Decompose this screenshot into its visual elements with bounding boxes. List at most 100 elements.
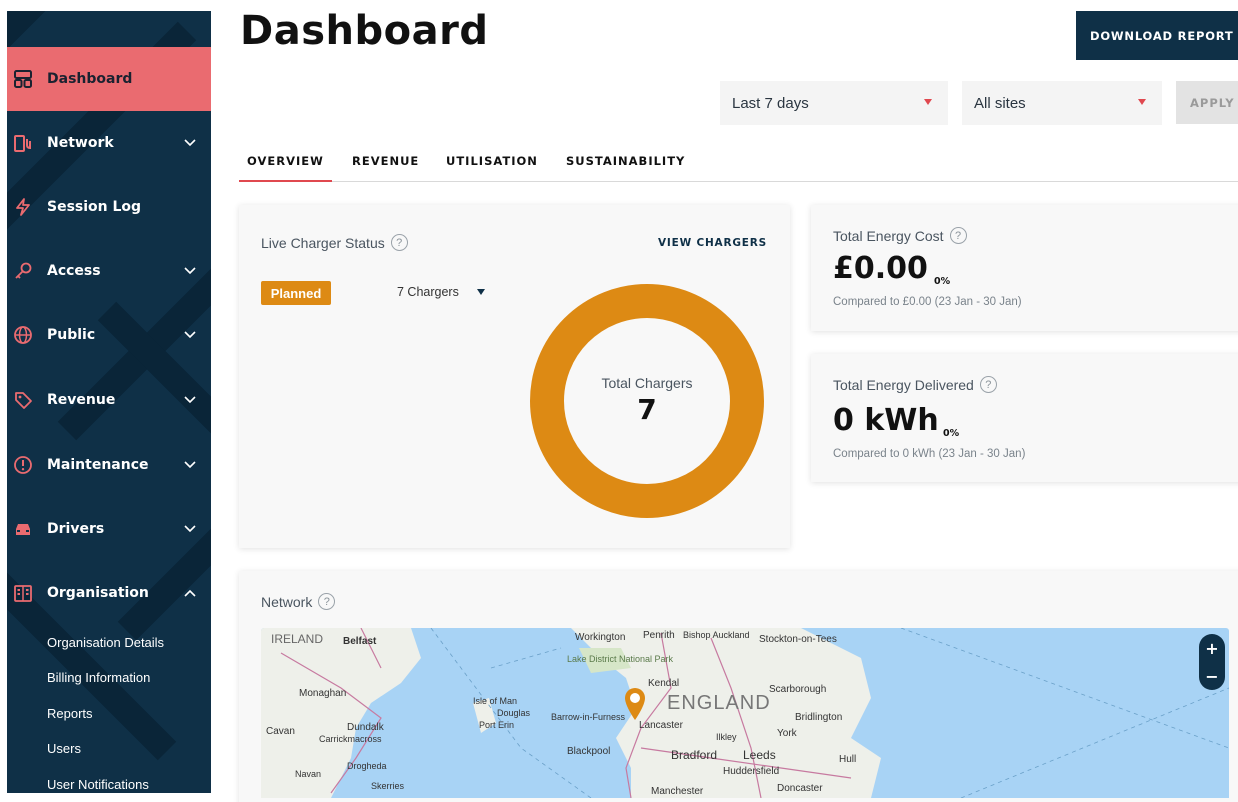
energy-cost-value: £0.00 [833,251,928,286]
map-label: Lancaster [639,720,683,731]
map-label: Carrickmacross [319,734,382,744]
zoom-out-button[interactable]: − [1199,662,1225,690]
energy-cost-compare: Compared to £0.00 (23 Jan - 30 Jan) [833,296,1022,308]
globe-icon [12,324,34,346]
chevron-down-icon[interactable] [183,264,197,278]
map-label: Belfast [343,636,377,647]
map-label: IRELAND [271,632,324,646]
sidebar-item-label: Access [47,263,101,279]
energy-cost-change: 0% [934,276,951,287]
sidebar-item-drivers[interactable]: Drivers [7,497,211,561]
sidebar-item-label: Organisation [47,585,149,601]
network-map[interactable]: IRELAND Belfast Monaghan Cavan Dundalk C… [261,628,1229,798]
tag-icon [12,389,34,411]
tab-revenue[interactable]: REVENUE [352,154,419,168]
map-label: Stockton-on-Tees [759,634,837,645]
card-title-text: Network [261,593,313,610]
map-label: Dundalk [347,722,384,733]
sidebar-subitem-billing-information[interactable]: Billing Information [47,670,150,685]
map-label: Bradford [671,748,718,762]
sidebar-subitem-user-notifications[interactable]: User Notifications [47,777,149,792]
chevron-down-icon[interactable] [183,136,197,150]
chevron-down-icon[interactable] [183,458,197,472]
energy-delivered-change: 0% [943,428,960,439]
map-label: ENGLAND [667,692,771,714]
tab-overview[interactable]: OVERVIEW [239,154,332,182]
chevron-up-icon[interactable] [183,586,197,600]
view-chargers-link[interactable]: VIEW CHARGERS [658,237,767,249]
sites-select[interactable]: All sites [962,81,1162,125]
map-label: Port Erin [479,720,515,730]
map-label: Lake District National Park [567,654,674,664]
map-label: Huddersfield [723,766,780,777]
sidebar-item-session-log[interactable]: Session Log [7,175,211,239]
sidebar-item-revenue[interactable]: Revenue [7,368,211,432]
apply-button[interactable]: APPLY [1176,81,1238,124]
map-label: Skerries [371,781,405,791]
tab-bar: OVERVIEW REVENUE UTILISATION SUSTAINABIL… [239,146,1238,182]
charger-count-value: 7 Chargers [397,285,459,299]
map-label: Bridlington [795,712,843,723]
tab-utilisation[interactable]: UTILISATION [446,154,538,168]
caret-down-icon [476,289,485,295]
status-badge[interactable]: Planned [261,281,331,305]
download-report-button[interactable]: DOWNLOAD REPORT [1076,11,1238,60]
map-pin-icon[interactable] [624,687,646,721]
map-label: Leeds [743,748,776,762]
sidebar-item-network[interactable]: Network [7,111,211,175]
sidebar-subitem-organisation-details[interactable]: Organisation Details [47,635,164,650]
alert-icon [12,454,34,476]
sidebar-item-label: Maintenance [47,457,149,473]
sidebar: Dashboard Network Session Log Access Pub… [7,11,211,793]
sidebar-item-label: Drivers [47,521,105,537]
help-icon[interactable]: ? [318,593,336,610]
charger-count-select[interactable]: 7 Chargers [397,285,485,299]
card-title: Total Energy Delivered ? [833,376,997,393]
help-icon[interactable]: ? [979,376,997,393]
sites-select-value: All sites [974,94,1026,112]
map-label: Doncaster [777,783,823,794]
map-label: Hull [839,754,857,765]
sidebar-item-maintenance[interactable]: Maintenance [7,433,211,497]
charger-icon [12,132,34,154]
sidebar-item-label: Session Log [47,199,142,215]
map-label: Ilkley [716,732,737,742]
sidebar-item-organisation[interactable]: Organisation [7,561,211,625]
lightning-icon [12,196,34,218]
card-title: Total Energy Cost ? [833,227,967,244]
sidebar-item-label: Public [47,327,96,343]
period-select-value: Last 7 days [732,94,809,112]
key-icon [12,260,34,282]
help-icon[interactable]: ? [949,227,967,244]
network-card: Network ? IRELAND Belfast Monaghan Cavan… [239,571,1238,802]
chevron-down-icon[interactable] [183,328,197,342]
sidebar-item-public[interactable]: Public [7,303,211,367]
map-zoom-control: + − [1199,634,1225,690]
sidebar-subitem-reports[interactable]: Reports [47,706,93,721]
donut-value: 7 [637,393,657,426]
zoom-in-button[interactable]: + [1199,634,1225,662]
car-icon [12,518,34,540]
chevron-down-icon[interactable] [183,522,197,536]
period-select[interactable]: Last 7 days [720,81,948,125]
chevron-down-icon[interactable] [183,393,197,407]
sidebar-item-access[interactable]: Access [7,239,211,303]
live-charger-status-card: Live Charger Status ? VIEW CHARGERS Plan… [239,205,790,548]
sidebar-item-dashboard[interactable]: Dashboard [7,47,211,111]
map-label: Barrow-in-Furness [551,712,626,722]
card-title-text: Total Energy Cost [833,227,944,244]
help-icon[interactable]: ? [390,234,408,251]
energy-delivered-value: 0 kWh [833,403,939,438]
map-label: Kendal [648,678,680,689]
sidebar-subitem-users[interactable]: Users [47,741,81,756]
card-title: Live Charger Status ? [261,234,408,251]
map-label: Douglas [497,708,531,718]
energy-delivered-compare: Compared to 0 kWh (23 Jan - 30 Jan) [833,448,1026,460]
map-label: Penrith [643,630,675,641]
building-icon [12,582,34,604]
tab-sustainability[interactable]: SUSTAINABILITY [566,154,685,168]
map-label: Monaghan [299,688,347,699]
energy-delivered-card: Total Energy Delivered ? 0 kWh 0% Compar… [811,354,1238,482]
caret-down-icon [924,99,932,105]
map-label: Manchester [651,786,704,797]
